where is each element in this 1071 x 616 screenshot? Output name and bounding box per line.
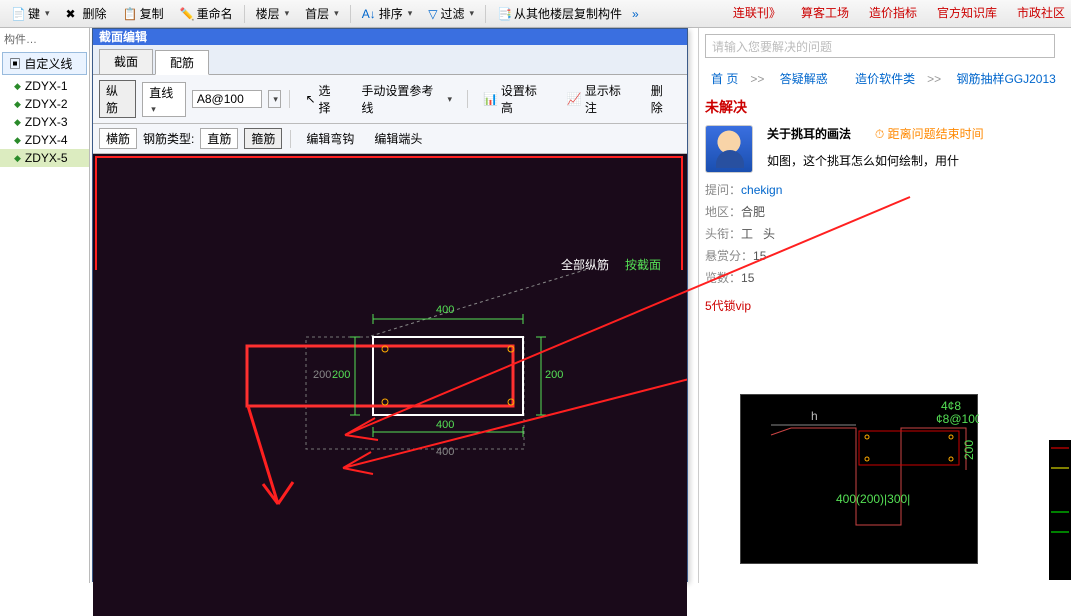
svg-text:200: 200 [962, 440, 976, 460]
crumb-cat[interactable]: 造价软件类 [855, 72, 915, 86]
question-body: 如图，这个挑耳怎么如何绘制，用什 [767, 152, 984, 169]
filter-button[interactable]: ▽过滤 [421, 2, 481, 25]
region-value: 合肥 [741, 205, 765, 219]
views-label: 览数： [705, 271, 741, 285]
new-button[interactable]: 📄键 [4, 2, 57, 25]
separator [290, 130, 291, 148]
transverse-button[interactable]: 横筋 [99, 128, 137, 149]
delete-button[interactable]: ✖删除 [59, 2, 114, 25]
dim-bottom: 400 [436, 419, 454, 431]
nav-link-4[interactable]: 官方知识库 [937, 4, 997, 21]
search-input[interactable]: 请输入您要解决的问题 [705, 34, 1055, 58]
tree-item-1[interactable]: ◆ZDYX-1 [0, 77, 89, 95]
longitudinal-button[interactable]: 纵筋 [99, 80, 136, 118]
rebar-type-label: 钢筋类型: [143, 130, 194, 147]
chevron-right-icon[interactable]: » [632, 7, 639, 21]
stirrup-button[interactable]: 箍筋 [244, 128, 282, 149]
show-annotation[interactable]: 📈 显示标注 [560, 79, 638, 119]
points-value: 15 [753, 249, 766, 263]
crumb-qa[interactable]: 答疑解惑 [780, 72, 828, 86]
floor-button[interactable]: 楼层 [249, 2, 297, 25]
nav-link-2[interactable]: 算客工场 [801, 4, 849, 21]
separator [467, 90, 468, 108]
crumb-leaf[interactable]: 钢筋抽样GGJ2013 [956, 72, 1055, 86]
title-v1: 工 [741, 227, 753, 241]
tree-item-3[interactable]: ◆ZDYX-3 [0, 113, 89, 131]
separator [289, 90, 290, 108]
spec-input[interactable] [192, 90, 262, 108]
nav-link-3[interactable]: 造价指标 [869, 4, 917, 21]
th-h: h [811, 409, 818, 423]
sort-button[interactable]: A↓排序 [355, 2, 420, 25]
svg-text:¢8@100: ¢8@100 [936, 412, 979, 426]
copy-button[interactable]: 📋复制 [116, 2, 171, 25]
question-title: 关于挑耳的画法 ⏱ 距离问题结束时间 [767, 125, 984, 142]
dim-top: 400 [436, 304, 454, 316]
nav-link-1[interactable]: 连联刊》 [733, 4, 781, 21]
drawing-canvas[interactable]: 全部纵筋 按截面 400 200 200 20 [93, 154, 687, 616]
manual-refline[interactable]: 手动设置参考线 [354, 79, 459, 119]
title-label: 头衔： [705, 227, 741, 241]
separator [350, 5, 351, 23]
separator [485, 5, 486, 23]
tree-item-2[interactable]: ◆ZDYX-2 [0, 95, 89, 113]
thumbnail-drawing[interactable]: h 4¢8 ¢8@100 200 400(200)|300| [740, 394, 978, 564]
tree-item-4[interactable]: ◆ZDYX-4 [0, 131, 89, 149]
delete-rebar[interactable]: 删除 [644, 79, 681, 119]
rename-button[interactable]: ✏️重命名 [173, 2, 240, 25]
views-value: 15 [741, 271, 754, 285]
ask-label: 提问： [705, 183, 741, 197]
tree-category[interactable]: ▣ 自定义线 [2, 52, 87, 75]
ask-user[interactable]: chekign [741, 183, 782, 197]
tab-section[interactable]: 截面 [99, 49, 153, 74]
breadcrumb: 首 页>> 答疑解惑 造价软件类>> 钢筋抽样GGJ2013 [705, 70, 1071, 87]
svg-text:400(200)|300|: 400(200)|300| [836, 492, 910, 506]
dim-left-gray: 200 [313, 369, 331, 381]
dim-bottom-gray: 400 [436, 446, 454, 458]
copyfrom-button[interactable]: 📑从其他楼层复制构件 [490, 2, 629, 25]
tree-item-5[interactable]: ◆ZDYX-5 [0, 149, 89, 167]
section-edit-window: 截面编辑 截面 配筋 纵筋 直线 ↖ 选择 手动设置参考线 📊 设置标高 📈 显… [92, 28, 688, 582]
title-v2: 头 [763, 227, 775, 241]
label-by-section: 按截面 [625, 256, 661, 273]
separator [244, 5, 245, 23]
mode-select[interactable]: 直线 [142, 82, 186, 117]
label-all-longitudinal: 全部纵筋 [561, 256, 609, 273]
question-status: 未解决 [705, 97, 1071, 117]
straight-button[interactable]: 直筋 [200, 128, 238, 149]
region-label: 地区： [705, 205, 741, 219]
section-svg [93, 154, 687, 616]
window-title: 截面编辑 [93, 29, 687, 45]
edit-hook[interactable]: 编辑弯钩 [299, 127, 361, 150]
select-tool[interactable]: ↖ 选择 [298, 79, 348, 119]
tab-rebar[interactable]: 配筋 [155, 50, 209, 75]
dim-left: 200 [332, 369, 350, 381]
selection-rect [95, 156, 683, 270]
crumb-home[interactable]: 首 页 [711, 72, 738, 86]
points-label: 悬赏分： [705, 249, 753, 263]
nav-link-5[interactable]: 市政社区 [1017, 4, 1065, 21]
user-avatar[interactable] [705, 125, 753, 173]
thumb-svg: h 4¢8 ¢8@100 200 400(200)|300| [741, 395, 979, 565]
svg-text:4¢8: 4¢8 [941, 399, 961, 413]
spec-dropdown[interactable] [268, 90, 282, 108]
firstfloor-button[interactable]: 首层 [298, 2, 346, 25]
set-elevation[interactable]: 📊 设置标高 [476, 79, 554, 119]
top-nav-links: 连联刊》 算客工场 造价指标 官方知识库 市政社区 [733, 4, 1065, 21]
dim-right: 200 [545, 369, 563, 381]
left-hint: 构件… [0, 28, 89, 50]
edit-end[interactable]: 编辑端头 [367, 127, 429, 150]
vip-tag[interactable]: 5代锁vip [705, 297, 1071, 314]
